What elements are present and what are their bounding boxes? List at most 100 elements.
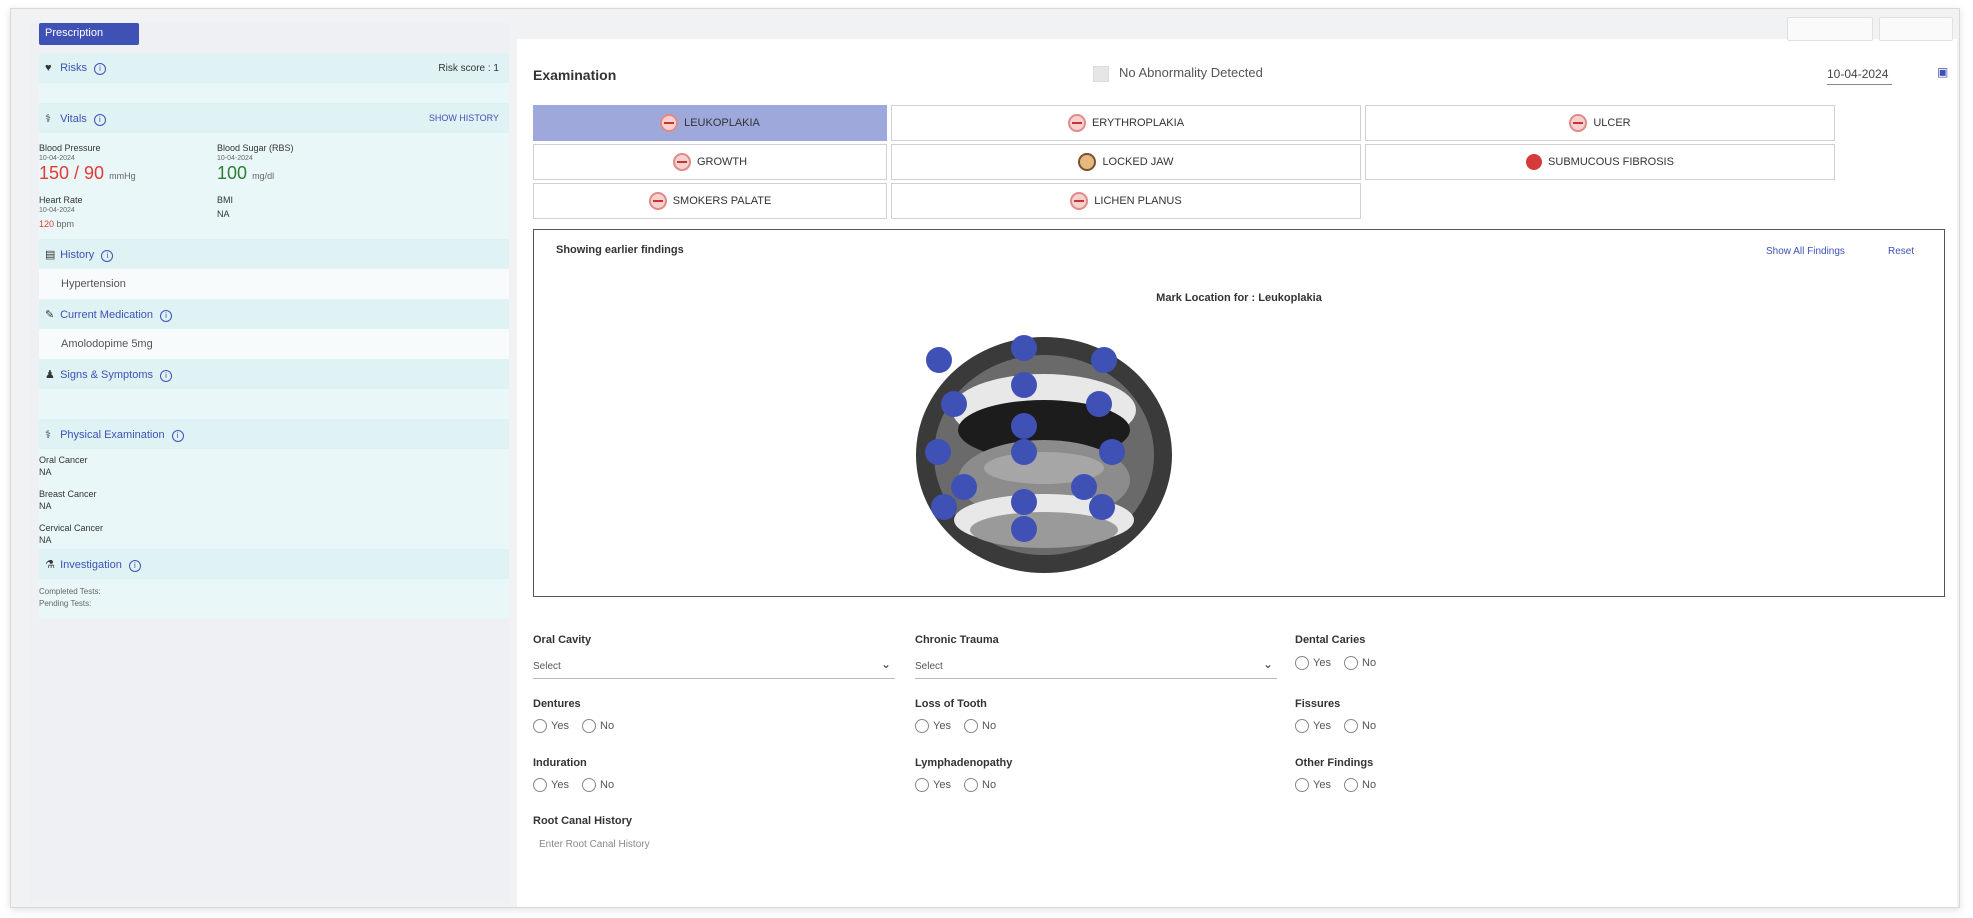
location-marker[interactable] [941,391,967,417]
location-marker[interactable] [1011,335,1037,361]
location-marker[interactable] [1011,516,1037,542]
lips-icon [672,153,691,171]
yes-option[interactable]: Yes [915,719,951,733]
physical-header: ⚕ Physical Examination i [39,419,509,449]
location-marker[interactable] [1091,347,1117,373]
lymphadenopathy-radios: Yes No [915,778,1006,792]
hr-date: 10-04-2024 [39,207,75,214]
top-action-button[interactable] [1787,17,1873,41]
condition-smokers-palate[interactable]: SMOKERS PALATE [533,183,887,219]
no-option[interactable]: No [1344,656,1376,670]
radio-button[interactable] [915,719,929,733]
location-marker[interactable] [926,347,952,373]
user-icon: ♟ [45,369,55,381]
no-abnormality-checkbox[interactable]: No Abnormality Detected [1093,65,1263,82]
vitals-body: Blood Pressure 10-04-2024 150 / 90 mmHg … [39,133,509,239]
location-marker[interactable] [951,474,977,500]
mouth-illustration [916,337,1172,573]
radio-button[interactable] [964,719,979,733]
yes-option[interactable]: Yes [1295,656,1331,670]
info-icon[interactable]: i [93,114,106,126]
history-header: ▤ History i [39,239,509,269]
top-action-button[interactable] [1879,17,1953,41]
info-icon[interactable]: i [94,63,107,75]
dental-caries-radios: Yes No [1295,656,1386,670]
mouth-diagram[interactable] [914,330,1174,580]
location-marker[interactable] [925,439,951,465]
radio-button[interactable] [915,778,929,792]
condition-leukoplakia[interactable]: LEUKOPLAKIA [533,105,887,141]
sugar-value: 100 mg/dl [217,163,275,183]
lips-icon [1067,114,1086,132]
chronic-trauma-select[interactable]: Select ⌄ [915,653,1277,679]
yes-option[interactable]: Yes [1295,778,1331,792]
exam-date-input[interactable]: 10-04-2024 [1827,67,1892,85]
investigation-title: Investigation [60,559,122,571]
root-canal-input[interactable]: Enter Root Canal History [539,839,650,850]
history-value: Hypertension [39,269,509,299]
oral-cancer-label: Oral Cancer [39,455,88,465]
mark-location-label: Mark Location for : Leukoplakia [1156,292,1322,304]
condition-growth[interactable]: GROWTH [533,144,887,180]
yes-option[interactable]: Yes [1295,719,1331,733]
condition-lichen-planus[interactable]: LICHEN PLANUS [891,183,1361,219]
no-option[interactable]: No [964,719,996,733]
examination-panel: Examination No Abnormality Detected 10-0… [517,17,1957,907]
info-icon[interactable]: i [128,560,141,572]
radio-button[interactable] [582,719,597,733]
location-marker[interactable] [1011,372,1037,398]
oral-cavity-select[interactable]: Select ⌄ [533,653,895,679]
info-icon[interactable]: i [160,310,173,322]
location-marker[interactable] [1089,494,1115,520]
lips-icon [1070,192,1089,210]
info-icon[interactable]: i [101,250,114,262]
location-marker[interactable] [1011,489,1037,515]
condition-locked-jaw[interactable]: LOCKED JAW [891,144,1361,180]
condition-ulcer[interactable]: ULCER [1365,105,1835,141]
radio-button[interactable] [1295,778,1309,792]
medication-header: ✎ Current Medication i [39,299,509,329]
location-marker[interactable] [1011,413,1037,439]
no-option[interactable]: No [1344,719,1376,733]
radio-button[interactable] [582,778,597,792]
location-marker[interactable] [1099,439,1125,465]
location-marker[interactable] [1011,439,1037,465]
info-icon[interactable]: i [171,430,184,442]
checkbox[interactable] [1093,65,1109,82]
location-marker[interactable] [1086,391,1112,417]
no-option[interactable]: No [964,778,996,792]
completed-tests: Completed Tests: [39,587,101,596]
risks-header: ♥ Risks i Risk score : 1 [39,53,509,83]
sugar-date: 10-04-2024 [217,155,253,162]
no-option[interactable]: No [582,778,614,792]
lymphadenopathy-label: Lymphadenopathy [915,757,1013,769]
show-history-link[interactable]: SHOW HISTORY [429,113,499,123]
lips-icon [1569,114,1588,132]
radio-button[interactable] [533,719,547,733]
oral-cavity-label: Oral Cavity [533,634,592,646]
radio-button[interactable] [1295,719,1309,733]
info-icon[interactable]: i [160,370,173,382]
calendar-icon[interactable]: ▣ [1937,65,1948,79]
radio-button[interactable] [1344,656,1359,670]
no-option[interactable]: No [582,719,614,733]
yes-option[interactable]: Yes [533,778,569,792]
condition-submucous-fibrosis[interactable]: SUBMUCOUS FIBROSIS [1365,144,1835,180]
radio-button[interactable] [1344,778,1359,792]
show-all-findings-link[interactable]: Show All Findings [1766,246,1845,257]
reset-link[interactable]: Reset [1888,246,1914,257]
cervical-cancer-value: NA [39,535,52,545]
radio-button[interactable] [1295,656,1309,670]
radio-button[interactable] [1344,719,1359,733]
radio-button[interactable] [533,778,547,792]
radio-button[interactable] [964,778,979,792]
yes-option[interactable]: Yes [915,778,951,792]
chevron-down-icon: ⌄ [1262,657,1273,671]
yes-option[interactable]: Yes [533,719,569,733]
dental-caries-label: Dental Caries [1295,634,1366,646]
no-option[interactable]: No [1344,778,1376,792]
prescription-button[interactable]: Prescription [39,23,139,45]
loss-of-tooth-radios: Yes No [915,719,1006,733]
condition-erythroplakia[interactable]: ERYTHROPLAKIA [891,105,1361,141]
location-marker[interactable] [931,494,957,520]
